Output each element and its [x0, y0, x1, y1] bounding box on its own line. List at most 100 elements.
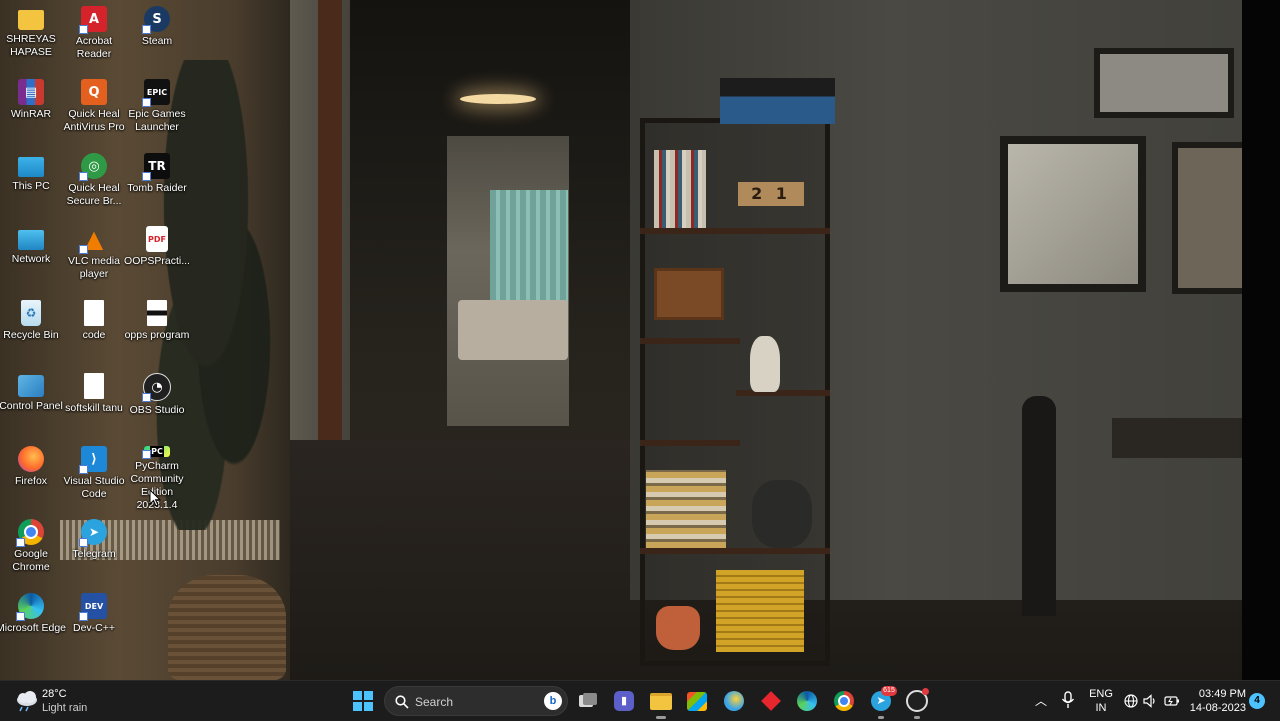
weather-widget[interactable]: 28°C Light rain — [12, 685, 122, 717]
edge-icon — [797, 691, 817, 711]
quickheal-antivirus-icon: Q — [81, 79, 107, 105]
chrome-icon — [16, 519, 44, 547]
desktop-icon-visual-studio-code[interactable]: ⟩ Visual Studio Code — [62, 440, 126, 512]
search-icon — [395, 695, 409, 709]
running-indicator — [914, 716, 920, 719]
windows-logo-icon — [353, 691, 373, 711]
task-view-icon — [579, 693, 597, 707]
desktop-icon-dev-cpp[interactable]: DEV Dev-C++ — [62, 587, 126, 659]
document-icon — [147, 300, 167, 326]
clock-date: 14-08-2023 — [1189, 702, 1246, 714]
wallpaper-pot — [752, 480, 812, 548]
microphone-button[interactable] — [1060, 691, 1078, 711]
desktop-icon-oopspractical[interactable]: PDF OOPSPracti... — [124, 220, 190, 292]
start-button[interactable] — [349, 687, 377, 715]
taskbar-file-explorer[interactable] — [647, 687, 675, 719]
wallpaper-ceiling-lamp — [460, 94, 536, 104]
desktop-icon-acrobat-reader[interactable]: A Acrobat Reader — [62, 0, 126, 72]
control-panel-icon — [18, 375, 44, 397]
show-hidden-icons-button[interactable]: ︿ — [1032, 691, 1050, 711]
edge-icon — [16, 593, 44, 621]
taskbar-microsoft-store[interactable] — [683, 687, 711, 715]
firefox-icon — [18, 446, 44, 472]
folder-icon — [18, 10, 44, 30]
desktop-icon-vlc[interactable]: ▲ VLC media player — [62, 220, 126, 292]
quickheal-browser-icon: ◎ — [79, 153, 107, 181]
document-icon — [84, 373, 104, 399]
wallpaper-small-plant-pot — [656, 606, 700, 650]
vlc-icon: ▲ — [79, 225, 107, 254]
recycle-bin-icon: ♻ — [21, 300, 41, 326]
desktop-icon-label: Firefox — [14, 475, 48, 487]
desktop-icon-label: opps program — [124, 329, 190, 341]
monitor-icon — [18, 157, 44, 177]
weather-condition: Light rain — [42, 702, 88, 714]
teams-chat-button[interactable]: ▮ — [610, 687, 638, 715]
desktop-icon-control-panel[interactable]: Control Panel — [0, 367, 63, 439]
wallpaper-shelf-board-2 — [640, 338, 740, 344]
desktop-icon-label: Epic Games Launcher — [128, 108, 186, 133]
wallpaper-right-edge — [1242, 0, 1280, 680]
taskbar-chrome[interactable] — [830, 687, 858, 715]
desktop-icon-google-chrome[interactable]: Google Chrome — [0, 513, 63, 585]
wallpaper-shelf-board-5 — [640, 548, 830, 554]
desktop-icon-microsoft-edge[interactable]: Microsoft Edge — [0, 587, 66, 659]
wallpaper-table — [1112, 418, 1252, 458]
wallpaper-photo-frame — [654, 268, 724, 320]
wallpaper-frame-top — [1094, 48, 1234, 118]
bing-icon: b — [544, 692, 562, 710]
desktop-icon-this-pc[interactable]: This PC — [0, 147, 63, 219]
desktop-icon-label: code — [82, 329, 106, 341]
quick-settings-button[interactable] — [1122, 689, 1184, 713]
language-region: IN — [1095, 702, 1107, 714]
desktop-icon-label: Tomb Raider — [127, 182, 187, 194]
taskbar-edge[interactable] — [793, 687, 821, 715]
language-indicator[interactable]: ENG IN — [1086, 687, 1116, 715]
clock-time: 03:49 PM — [1198, 688, 1246, 700]
desktop-icon-steam[interactable]: S Steam — [125, 0, 189, 72]
desktop-icon-tomb-raider[interactable]: TR Tomb Raider — [125, 147, 189, 219]
desktop-icon-firefox[interactable]: Firefox — [0, 440, 63, 512]
clock-button[interactable]: 03:49 PM 14-08-2023 — [1186, 687, 1246, 715]
network-icon — [18, 230, 44, 250]
taskbar-anydesk[interactable] — [757, 687, 785, 715]
desktop-icon-code[interactable]: code — [62, 294, 126, 366]
teams-chat-icon: ▮ — [614, 691, 634, 711]
taskbar-quick-heal-browser[interactable] — [720, 687, 748, 715]
desktop-icon-label: WinRAR — [10, 108, 52, 120]
desktop-icon-label: Quick Heal AntiVirus Pro — [63, 108, 125, 133]
document-icon — [84, 300, 104, 326]
wallpaper-shelf-board-1 — [640, 228, 830, 234]
wallpaper-frame-left — [1000, 136, 1146, 292]
desktop-icon-quick-heal-antivirus[interactable]: Q Quick Heal AntiVirus Pro — [62, 73, 126, 145]
desktop-icon-label: This PC — [12, 180, 50, 192]
recording-dot — [922, 688, 929, 695]
notification-center-button[interactable]: 4 — [1249, 693, 1265, 709]
wallpaper-chair — [1022, 396, 1056, 616]
desktop-icon-shreyas-hapase[interactable]: SHREYAS HAPASE — [0, 0, 63, 72]
desktop-icon-softskill-tanu[interactable]: softskill tanu — [62, 367, 126, 439]
desktop-icon-epic-games[interactable]: EPIC Epic Games Launcher — [125, 73, 189, 145]
taskbar-obs-studio[interactable] — [903, 687, 931, 719]
task-view-button[interactable] — [574, 687, 602, 715]
taskbar-telegram[interactable]: ➤ 615 — [867, 686, 897, 719]
winrar-icon: ▤ — [18, 79, 44, 105]
taskbar: 28°C Light rain Search b ▮ ➤ 615 ︿ ENG I… — [0, 680, 1280, 721]
desktop-icon-opps-program[interactable]: opps program — [125, 294, 189, 366]
wallpaper-vase — [750, 336, 780, 392]
running-indicator — [656, 716, 666, 719]
desktop-icon-obs-studio[interactable]: ◔ OBS Studio — [125, 367, 189, 439]
desktop-icon-winrar[interactable]: ▤ WinRAR — [0, 73, 63, 145]
desktop-icon-label: Dev-C++ — [72, 622, 115, 634]
quickheal-browser-icon — [724, 691, 744, 711]
taskbar-search-box[interactable]: Search b — [384, 686, 568, 716]
search-label: Search — [415, 695, 454, 709]
wallpaper-magazines — [716, 570, 804, 652]
desktop-icon-recycle-bin[interactable]: ♻ Recycle Bin — [0, 294, 63, 366]
desktop-icon-label: Network — [11, 253, 51, 265]
desktop-icon-telegram[interactable]: ➤ Telegram — [62, 513, 126, 585]
desktop-icon-quick-heal-secure-browser[interactable]: ◎ Quick Heal Secure Br... — [62, 147, 126, 219]
language-code: ENG — [1089, 688, 1113, 700]
desktop-icon-network[interactable]: Network — [0, 220, 63, 292]
wallpaper-books — [654, 150, 706, 228]
